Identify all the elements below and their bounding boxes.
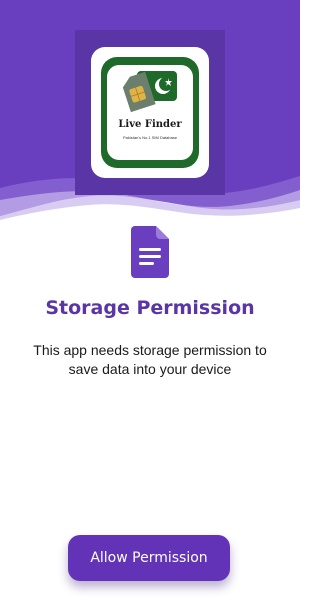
logo-subtitle: Pakistan's No.1 SIM Database [122,135,178,140]
app-logo: Live Finder Pakistan's No.1 SIM Database [91,47,209,178]
allow-permission-button[interactable]: Allow Permission [68,535,230,581]
logo-title: Live Finder [118,119,182,130]
permission-title: Storage Permission [45,297,255,319]
document-icon [131,226,169,278]
sim-card-icon [122,71,177,113]
permission-description: This app needs storage permission to sav… [33,342,267,377]
